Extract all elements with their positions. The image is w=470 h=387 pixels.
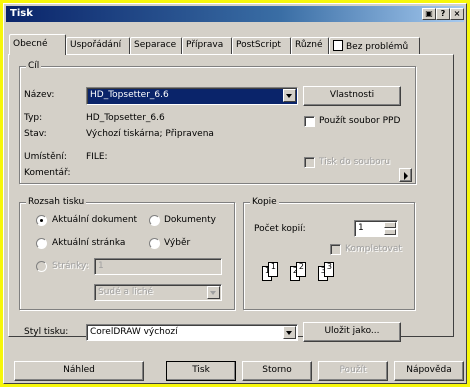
print-style-select[interactable]: CorelDRAW výchozí [86, 324, 298, 341]
tab-postscript[interactable]: PostScript [232, 37, 291, 54]
copies-group-label: Kopie [250, 197, 279, 207]
help-button[interactable]: ? [436, 8, 450, 20]
print-to-file-label: Tisk do souboru [319, 157, 391, 167]
spin-down-icon[interactable] [384, 229, 396, 235]
copy-page-icon: 1 [268, 262, 278, 277]
use-ppd-checkbox[interactable] [304, 116, 315, 127]
copy-page-icon: 3 [324, 262, 334, 277]
location-value: FILE: [86, 152, 108, 162]
documents-label: Dokumenty [164, 215, 216, 225]
title-bar[interactable]: Tisk ▣ ? × [6, 6, 464, 22]
documents-radio[interactable] [149, 215, 160, 226]
close-button[interactable]: × [450, 8, 464, 20]
status-label: Stav: [24, 129, 47, 139]
pages-label: Stránky: [52, 261, 89, 271]
current-document-label: Aktuální dokument [52, 215, 138, 225]
type-label: Typ: [24, 113, 43, 123]
tab-prepress[interactable]: Příprava [182, 37, 232, 54]
copies-group: Kopie [243, 197, 415, 310]
tab-misc[interactable]: Různé [291, 37, 329, 54]
current-page-radio[interactable] [36, 238, 47, 249]
comment-label: Komentář: [24, 168, 71, 178]
arrow-right-icon [404, 172, 408, 180]
window-title: Tisk [10, 8, 33, 19]
print-range-group-label: Rozsah tisku [26, 197, 87, 207]
chevron-down-icon[interactable] [207, 286, 220, 299]
restore-button[interactable]: ▣ [422, 8, 436, 20]
destination-group-label: Cíl [26, 61, 42, 71]
issues-icon [333, 40, 343, 51]
location-label: Umístění: [24, 152, 67, 162]
spin-up-icon[interactable] [384, 222, 396, 228]
help-dialog-button[interactable]: Nápověda [394, 361, 464, 381]
print-button[interactable]: Tisk [166, 361, 236, 381]
chevron-down-icon[interactable] [283, 326, 296, 339]
type-value: HD_Topsetter_6.6 [86, 113, 165, 123]
tab-issues[interactable]: Bez problémů [329, 37, 420, 54]
tab-layout[interactable]: Uspořádání [66, 37, 130, 54]
play-arrow-button[interactable] [399, 168, 412, 182]
print-to-file-checkbox[interactable] [304, 157, 315, 168]
properties-button[interactable]: Vlastnosti [303, 86, 401, 106]
copies-count-input[interactable]: 1 [354, 220, 398, 237]
apply-button[interactable]: Použít [318, 361, 388, 381]
copies-count-label: Počet kopií: [254, 224, 306, 234]
cancel-button[interactable]: Storno [242, 361, 312, 381]
current-document-radio[interactable] [36, 215, 47, 226]
status-value: Výchozí tiskárna; Připravena [86, 129, 214, 139]
printer-name-label: Název: [24, 90, 55, 100]
save-as-button[interactable]: Uložit jako... [303, 322, 401, 342]
copies-spinner[interactable] [384, 222, 396, 235]
selection-radio[interactable] [149, 238, 160, 249]
odd-even-select[interactable]: Sudé a liché [94, 284, 222, 301]
tab-separations[interactable]: Separace [130, 37, 182, 54]
preview-button[interactable]: Náhled [14, 361, 144, 381]
collate-checkbox[interactable] [330, 244, 341, 255]
printer-select[interactable]: HD_Topsetter_6.6 [86, 87, 298, 105]
pages-input[interactable]: 1 [94, 258, 222, 275]
selection-label: Výběr [164, 238, 191, 248]
use-ppd-label: Použít soubor PPD [319, 116, 401, 126]
chevron-down-icon[interactable] [283, 89, 296, 102]
tab-general[interactable]: Obecné [9, 34, 66, 55]
current-page-label: Aktuální stránka [52, 238, 126, 248]
collate-label: Kompletovat [345, 244, 402, 254]
print-style-label: Styl tisku: [24, 327, 69, 337]
copy-page-icon: 2 [296, 262, 306, 277]
pages-radio[interactable] [36, 261, 47, 272]
